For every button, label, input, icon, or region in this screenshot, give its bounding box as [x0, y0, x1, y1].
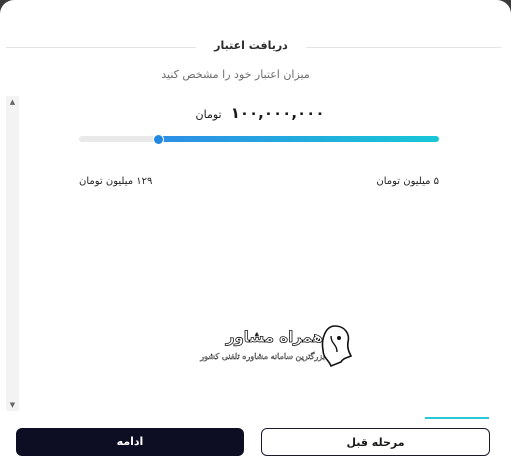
scroll-up-icon[interactable]: ▲ [6, 96, 19, 108]
watermark-subtitle: بزرگترین سامانه مشاوره تلفنی کشور [200, 352, 325, 361]
continue-button[interactable]: ادامه [16, 428, 244, 456]
slider-min-label: ۵ میلیون تومان [376, 176, 439, 187]
credit-amount-slider[interactable] [79, 133, 439, 145]
dialog-header: دریافت اعتبار [6, 36, 501, 58]
previous-step-button[interactable]: مرحله قبل [261, 428, 490, 456]
slider-max-label: ۱۲۹ میلیون تومان [79, 176, 153, 187]
credit-amount-unit: تومان [195, 108, 222, 121]
slider-thumb[interactable] [153, 134, 165, 145]
dialog-subtitle: میزان اعتبار خود را مشخص کنید [161, 68, 310, 81]
credit-amount-value: ۱۰۰,۰۰۰,۰۰۰ [230, 104, 325, 122]
scroll-down-icon[interactable]: ▼ [6, 399, 19, 411]
dialog-title: دریافت اعتبار [214, 39, 288, 52]
watermark-head-icon [321, 325, 353, 368]
header-divider-left [6, 47, 196, 48]
watermark-logo: همراه مشاور بزرگترین سامانه مشاوره تلفنی… [200, 322, 355, 370]
credit-amount-display: ۱۰۰,۰۰۰,۰۰۰ تومان [150, 103, 370, 122]
watermark-title: همراه مشاور [225, 328, 323, 347]
header-divider-right [306, 47, 501, 48]
credit-dialog: دریافت اعتبار میزان اعتبار خود را مشخص ک… [0, 0, 511, 460]
slider-fill [158, 136, 439, 142]
vertical-scrollbar[interactable]: ▲ ▼ [6, 96, 19, 411]
accent-underline [425, 417, 489, 419]
